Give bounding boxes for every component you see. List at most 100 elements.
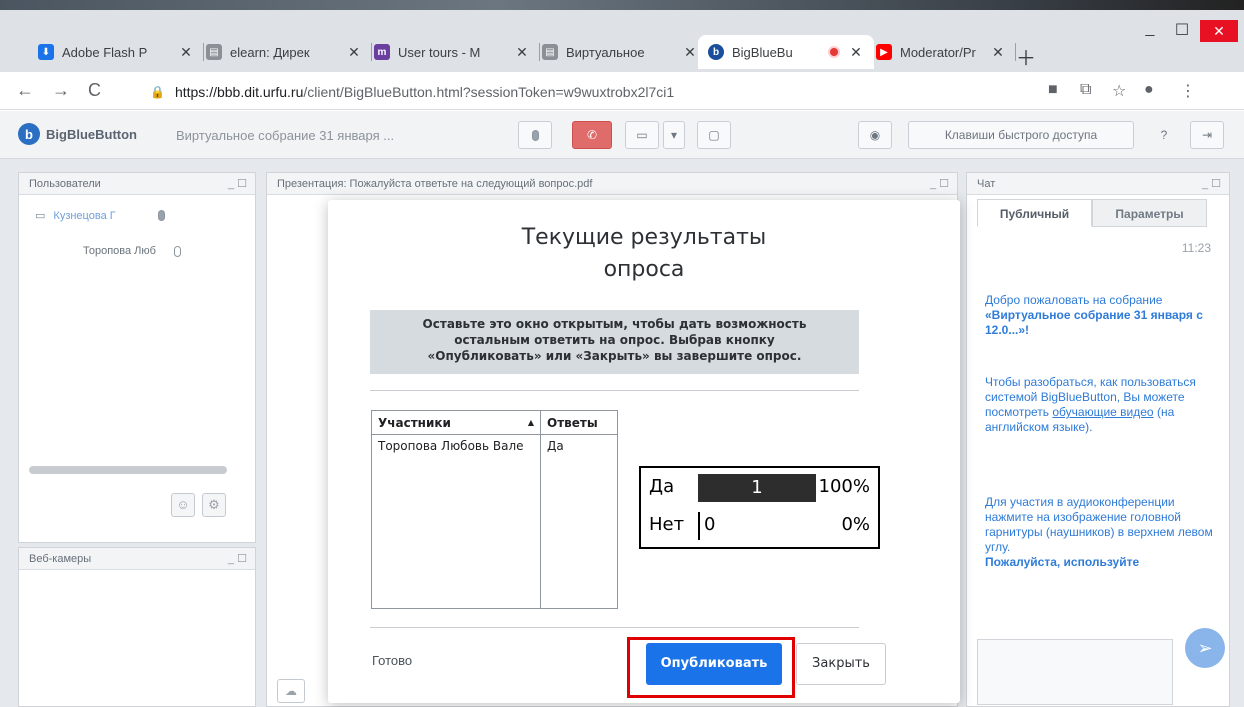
webcams-panel: Веб-камеры _ ☐ xyxy=(18,547,256,707)
reload-icon[interactable]: C xyxy=(88,80,101,101)
divider xyxy=(370,627,859,628)
bbb-logo-icon: b xyxy=(18,123,40,145)
tab-title: Виртуальное xyxy=(566,44,645,60)
audio-text: Для участия в аудиоконференции нажмите н… xyxy=(985,495,1213,554)
shortcuts-button[interactable]: Клавиши быстрого доступа xyxy=(908,121,1134,149)
participants-header[interactable]: Участники ▲ xyxy=(372,411,540,435)
close-tab-icon[interactable]: ✕ xyxy=(178,44,194,61)
menu-icon[interactable]: ⋮ xyxy=(1180,81,1196,101)
forward-icon[interactable]: → xyxy=(52,80,70,101)
participant-cell: Торопова Любовь Вале xyxy=(378,439,524,453)
page-icon: ▤ xyxy=(206,44,222,60)
lock-icon: 🔒 xyxy=(150,85,165,99)
translate-icon[interactable]: ⧉ xyxy=(1080,81,1091,99)
emoji-status-button[interactable]: ☺ xyxy=(171,493,195,517)
panel-controls-icon[interactable]: _ ☐ xyxy=(1202,177,1221,190)
users-panel-header: Пользователи _ ☐ xyxy=(19,173,255,195)
desktop-share-button[interactable]: ▢ xyxy=(697,121,731,149)
webcams-panel-header: Веб-камеры _ ☐ xyxy=(19,548,255,570)
profile-icon[interactable]: ● xyxy=(1144,81,1154,99)
tab-public[interactable]: Публичный xyxy=(977,199,1092,227)
participants-header-label: Участники xyxy=(378,416,451,430)
tab-title: Adobe Flash P xyxy=(62,44,148,60)
shortcuts-label: Клавиши быстрого доступа xyxy=(944,128,1098,142)
chat-message-input[interactable] xyxy=(977,639,1173,705)
title-line-2: опроса xyxy=(603,257,685,282)
tab-parameters[interactable]: Параметры xyxy=(1092,199,1207,227)
poll-responses-table: Участники ▲ Торопова Любовь Вале Ответы … xyxy=(371,410,618,609)
minimize-icon[interactable]: _ xyxy=(1140,20,1160,44)
chart-count-label: 0 xyxy=(704,514,716,535)
poll-notice: Оставьте это окно открытым, чтобы дать в… xyxy=(370,310,859,374)
back-icon[interactable]: ← xyxy=(16,80,34,101)
panel-controls-icon[interactable]: _ ☐ xyxy=(228,177,247,190)
panel-controls-icon[interactable]: _ ☐ xyxy=(930,177,949,190)
address-bar[interactable]: 🔒 https://bbb.dit.urfu.ru/client/BigBlue… xyxy=(150,78,1165,106)
chart-category-label: Нет xyxy=(649,514,685,535)
phone-icon: ✆ xyxy=(586,128,598,142)
tab-title: Moderator/Pr xyxy=(900,44,976,60)
title-line-1: Текущие результаты xyxy=(521,225,767,250)
microphone-button[interactable] xyxy=(518,121,552,149)
notice-line-2: остальным ответить на опрос. Выбрав кноп… xyxy=(454,333,775,347)
browser-toolbar: ← → C 🔒 https://bbb.dit.urfu.ru/client/B… xyxy=(0,72,1244,110)
settings-gear-icon[interactable]: ⚙ xyxy=(202,493,226,517)
camera-icon[interactable]: ■ xyxy=(1048,81,1058,99)
plus-icon[interactable]: ＋ xyxy=(1016,42,1036,71)
divider xyxy=(370,390,859,391)
browser-tab[interactable]: m User tours - M ✕ xyxy=(364,35,540,69)
notice-line-1: Оставьте это окно открытым, чтобы дать в… xyxy=(422,317,807,331)
browser-tab-active[interactable]: b BigBlueBu ✕ xyxy=(698,35,874,69)
help-icon[interactable]: ? xyxy=(1148,121,1180,149)
chart-percent-label: 100% xyxy=(818,476,870,497)
welcome-prefix: Добро пожаловать на собрание xyxy=(985,293,1163,307)
panel-controls-icon[interactable]: _ ☐ xyxy=(228,552,247,565)
close-poll-button[interactable]: Закрыть xyxy=(796,643,886,685)
webcam-button[interactable]: ▭ xyxy=(625,121,659,149)
sort-ascending-icon: ▲ xyxy=(527,418,534,427)
close-tab-icon[interactable]: ✕ xyxy=(990,44,1006,61)
send-message-icon[interactable]: ➢ xyxy=(1185,628,1225,668)
browser-tab[interactable]: ▤ elearn: Дирек ✕ xyxy=(196,35,372,69)
logout-icon[interactable]: ⇥ xyxy=(1190,121,1224,149)
browser-tab[interactable]: ▶ Moderator/Pr ✕ xyxy=(866,35,1016,69)
phone-button[interactable]: ✆ xyxy=(572,121,612,149)
youtube-icon: ▶ xyxy=(876,44,892,60)
browser-tab[interactable]: ⬇ Adobe Flash P ✕ xyxy=(28,35,204,69)
webcams-panel-title: Веб-камеры xyxy=(29,553,92,565)
poll-results-dialog: Текущие результаты опроса Оставьте это о… xyxy=(328,200,960,703)
close-tab-icon[interactable]: ✕ xyxy=(514,44,530,61)
chart-category-label: Да xyxy=(649,476,675,497)
webcam-dropdown[interactable]: ▾ xyxy=(663,121,685,149)
app-header: b BigBlueButton Виртуальное собрание 31 … xyxy=(0,111,1244,159)
tab-title: elearn: Дирек xyxy=(230,44,310,60)
bigbluebutton-icon: b xyxy=(708,44,724,60)
audio-bold-text: Пожалуйста, используйте xyxy=(985,555,1140,569)
close-tab-icon[interactable]: ✕ xyxy=(346,44,362,61)
tutorial-video-link[interactable]: обучающие видео xyxy=(1052,405,1153,419)
microphone-icon xyxy=(157,210,165,221)
record-button[interactable]: ◉ xyxy=(858,121,892,149)
close-tab-icon[interactable]: ✕ xyxy=(848,44,864,61)
done-label: Готово xyxy=(372,653,413,668)
bbb-logo: b BigBlueButton xyxy=(18,123,137,145)
chart-row: Да 1 100% xyxy=(641,468,878,506)
welcome-meeting-name: «Виртуальное собрание 31 января с 12.0..… xyxy=(985,308,1203,337)
bookmark-star-icon[interactable]: ☆ xyxy=(1112,81,1126,101)
highlight-annotation xyxy=(627,637,795,698)
download-icon: ⬇ xyxy=(38,44,54,60)
monitor-icon: ▢ xyxy=(708,128,720,142)
upload-icon[interactable]: ☁ xyxy=(277,679,305,703)
answers-header[interactable]: Ответы xyxy=(541,411,617,435)
browser-tab[interactable]: ▤ Виртуальное ✕ xyxy=(532,35,708,69)
page-icon: ▤ xyxy=(542,44,558,60)
horizontal-scrollbar[interactable] xyxy=(29,466,227,474)
user-row[interactable]: Торопова Люб xyxy=(83,245,243,257)
chart-bar xyxy=(698,512,700,540)
window-close-icon[interactable]: ✕ xyxy=(1200,20,1238,42)
close-tab-icon[interactable]: ✕ xyxy=(682,44,698,61)
maximize-icon[interactable]: ☐ xyxy=(1172,20,1192,44)
answer-cell: Да xyxy=(547,439,564,453)
notice-line-3: «Опубликовать» или «Закрыть» вы завершит… xyxy=(427,349,802,363)
user-row[interactable]: ▭ Кузнецова Г xyxy=(35,209,235,222)
